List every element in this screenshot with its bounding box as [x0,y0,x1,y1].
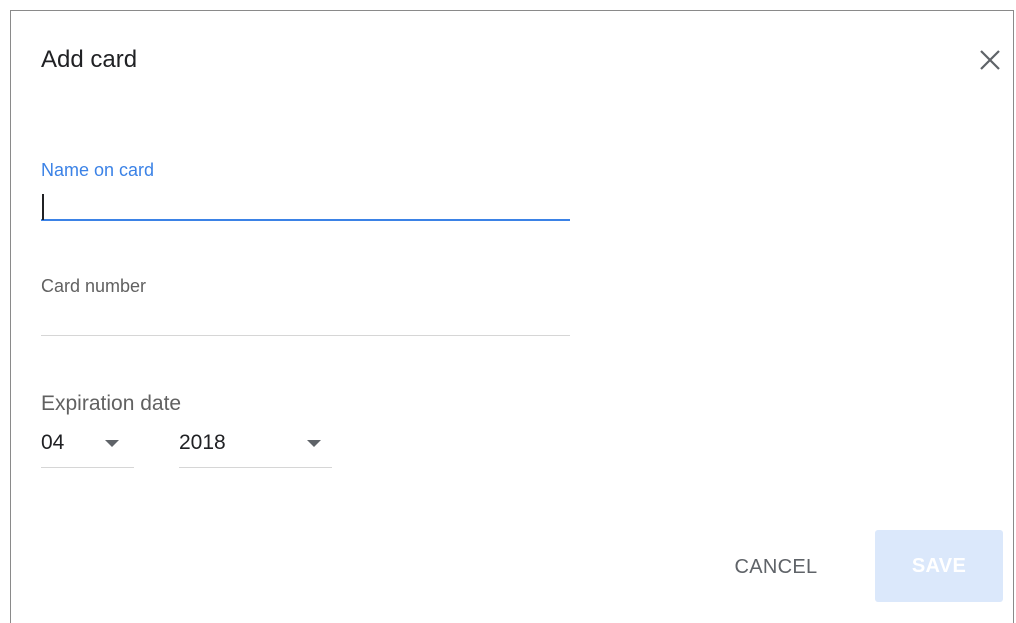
add-card-dialog: Add card Name on card Card number Expira… [10,10,1014,623]
close-button[interactable] [974,44,1006,76]
card-number-field: Card number [41,275,570,336]
expiration-year-select[interactable]: 2018 [179,426,332,468]
name-on-card-field: Name on card [41,159,570,221]
expiration-year-underline [179,467,332,468]
save-button[interactable]: SAVE [875,530,1003,602]
chevron-down-icon [307,440,321,447]
name-on-card-underline [41,219,570,221]
card-number-input[interactable] [41,305,570,335]
name-on-card-input[interactable] [41,189,570,219]
expiration-year-value: 2018 [179,431,226,454]
name-on-card-label: Name on card [41,160,155,180]
cancel-button[interactable]: CANCEL [711,539,841,595]
text-cursor [42,194,44,220]
expiration-month-select[interactable]: 04 [41,426,134,468]
close-icon [980,50,1000,70]
card-number-label: Card number [41,276,147,296]
expiration-date-label: Expiration date [41,392,182,415]
expiration-month-underline [41,467,134,468]
dialog-title: Add card [41,46,138,73]
chevron-down-icon [105,440,119,447]
card-number-underline [41,335,570,336]
expiration-month-value: 04 [41,431,65,454]
